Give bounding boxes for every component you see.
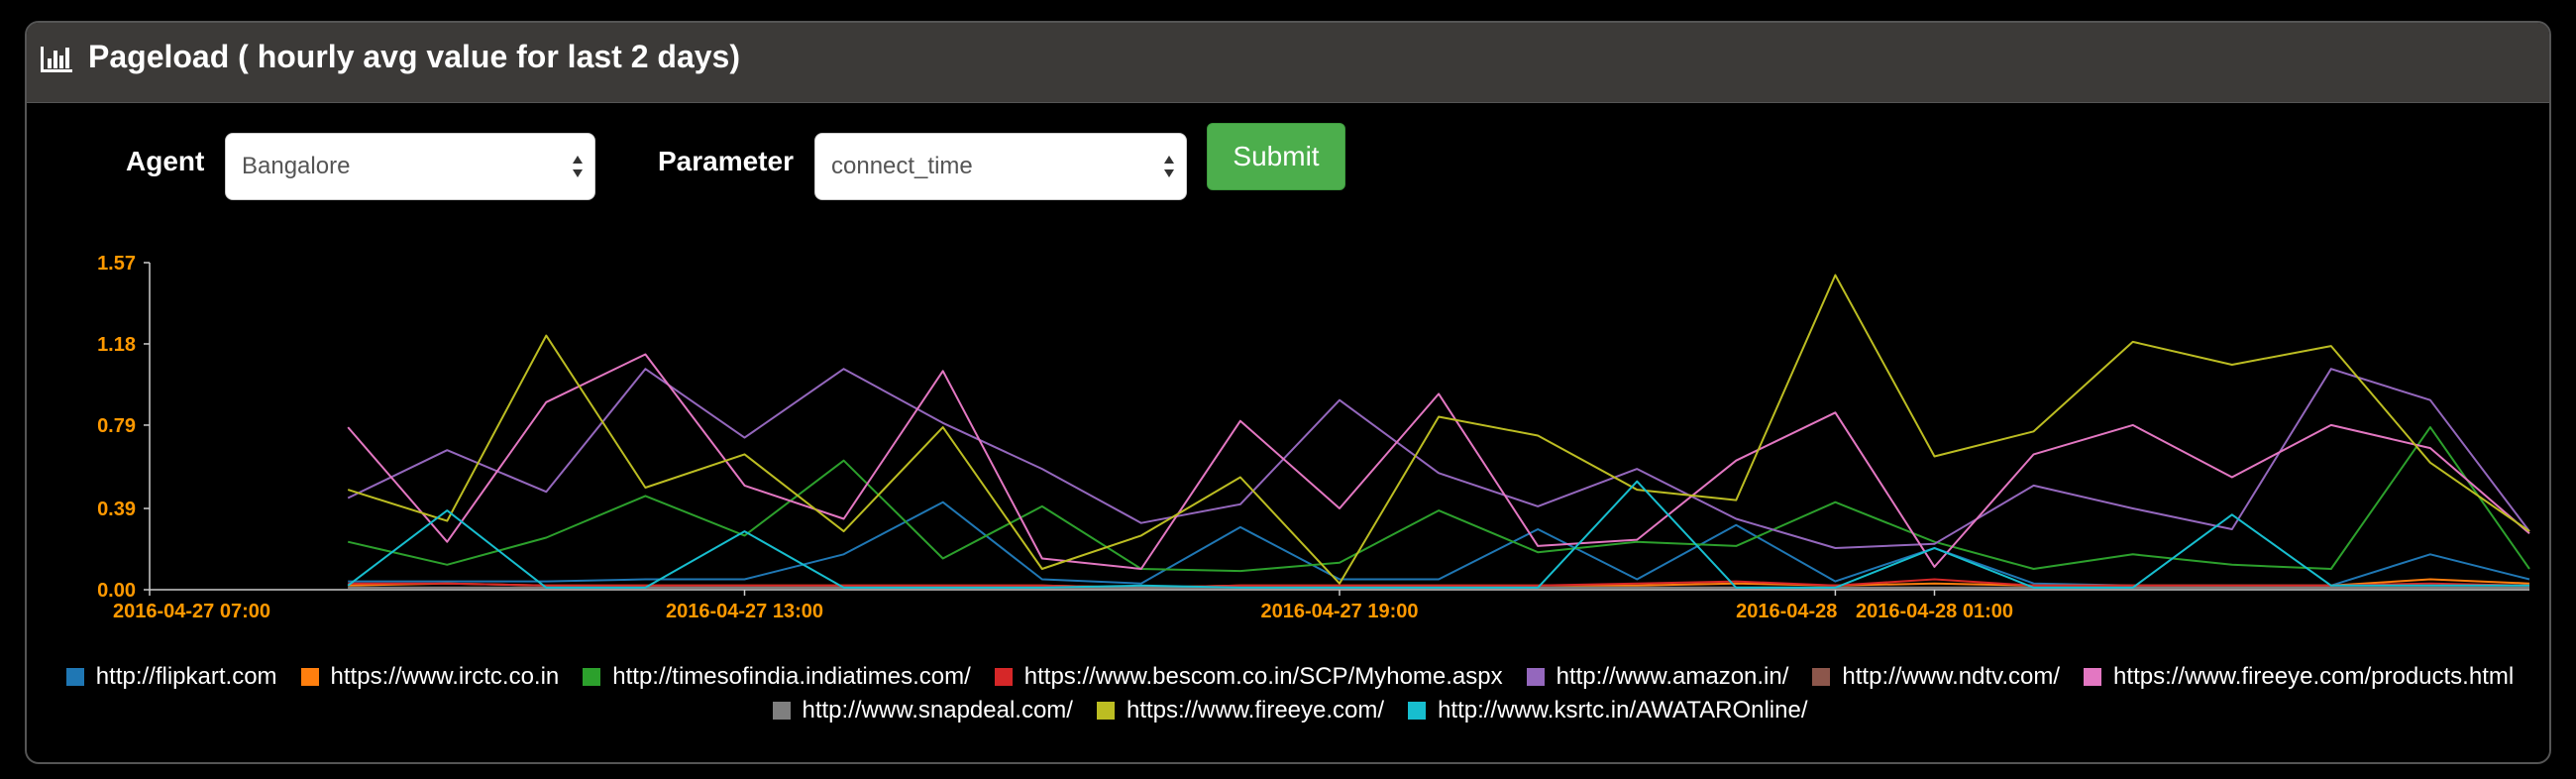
- panel-title: Pageload ( hourly avg value for last 2 d…: [88, 39, 740, 74]
- legend-label: https://www.fireeye.com/products.html: [2113, 663, 2515, 690]
- legend-label: http://www.ksrtc.in/AWATAROnline/: [1438, 697, 1808, 723]
- legend-swatch: [1812, 668, 1831, 686]
- legend-label: http://www.amazon.in/: [1556, 663, 1789, 690]
- series-line: [347, 368, 2530, 549]
- y-tick-label: 1.18: [97, 334, 136, 356]
- parameter-label: Parameter: [658, 146, 794, 176]
- legend-item[interactable]: https://www.bescom.co.in/SCP/Myhome.aspx: [994, 663, 1503, 691]
- chart-legend: http://flipkart.com https://www.irctc.co.…: [27, 639, 2549, 723]
- legend-item[interactable]: https://www.fireeye.com/products.html: [2084, 663, 2514, 691]
- legend-swatch: [772, 702, 791, 720]
- parameter-select-value: connect_time: [831, 153, 973, 179]
- legend-swatch: [1526, 668, 1545, 686]
- y-tick-label: 0.79: [97, 415, 136, 437]
- x-tick-label: 2016-04-28 01:00: [1856, 601, 2013, 622]
- legend-label: https://www.fireeye.com/: [1126, 697, 1385, 723]
- bar-chart-icon: [41, 47, 72, 72]
- x-tick-label: 2016-04-27 19:00: [1260, 601, 1418, 622]
- legend-label: https://www.bescom.co.in/SCP/Myhome.aspx: [1023, 663, 1503, 690]
- legend-label: http://timesofindia.indiatimes.com/: [612, 663, 971, 690]
- agent-select-value: Bangalore: [242, 153, 351, 179]
- legend-swatch: [2084, 668, 2102, 686]
- legend-item[interactable]: http://www.ksrtc.in/AWATAROnline/: [1408, 697, 1807, 724]
- x-tick-label: 2016-04-27 07:00: [113, 601, 270, 622]
- legend-label: http://flipkart.com: [95, 663, 277, 690]
- line-chart: 0.00 0.39 0.79 1.18 1.57 2016-04-27 07:00 2016…: [97, 253, 2530, 622]
- x-tick-label: 2016-04-28: [1736, 601, 1837, 622]
- agent-select[interactable]: Bangalore: [225, 133, 595, 200]
- series-line: [347, 426, 2530, 573]
- y-tick-label: 0.00: [97, 580, 136, 602]
- submit-button[interactable]: Submit: [1207, 123, 1345, 190]
- legend-item[interactable]: https://www.irctc.co.in: [300, 663, 560, 691]
- legend-item[interactable]: http://www.ndtv.com/: [1812, 663, 2060, 691]
- panel-header: Pageload ( hourly avg value for last 2 d…: [27, 23, 2549, 103]
- legend-swatch: [1408, 702, 1427, 720]
- legend-swatch: [583, 668, 601, 686]
- series-line: [348, 578, 2530, 589]
- legend-row: http://flipkart.com https://www.irctc.co.…: [27, 663, 2549, 691]
- select-arrows-icon: [1164, 156, 1174, 177]
- legend-label: http://www.ndtv.com/: [1842, 663, 2061, 690]
- legend-label: https://www.irctc.co.in: [330, 663, 560, 690]
- legend-item[interactable]: http://timesofindia.indiatimes.com/: [583, 663, 971, 691]
- pageload-panel: Pageload ( hourly avg value for last 2 d…: [25, 21, 2551, 764]
- legend-row: http://www.snapdeal.com/https://www.fire…: [27, 697, 2549, 724]
- series-line: [348, 501, 2530, 587]
- legend-item[interactable]: http://www.amazon.in/: [1526, 663, 1789, 691]
- y-tick-label: 0.39: [97, 499, 136, 520]
- legend-item[interactable]: https://www.fireeye.com/: [1096, 697, 1385, 724]
- parameter-select[interactable]: connect_time: [814, 133, 1187, 200]
- legend-swatch: [65, 668, 84, 686]
- legend-swatch: [1096, 702, 1115, 720]
- select-arrows-icon: [573, 156, 583, 177]
- legend-swatch: [994, 668, 1013, 686]
- x-tick-label: 2016-04-27 13:00: [666, 601, 823, 622]
- series-line: [347, 480, 2529, 589]
- agent-label: Agent: [126, 146, 205, 176]
- legend-swatch: [300, 668, 319, 686]
- legend-label: http://www.snapdeal.com/: [802, 697, 1073, 723]
- y-tick-label: 1.57: [97, 253, 136, 275]
- legend-item[interactable]: http://flipkart.com: [65, 663, 277, 691]
- legend-item[interactable]: http://www.snapdeal.com/: [772, 697, 1073, 724]
